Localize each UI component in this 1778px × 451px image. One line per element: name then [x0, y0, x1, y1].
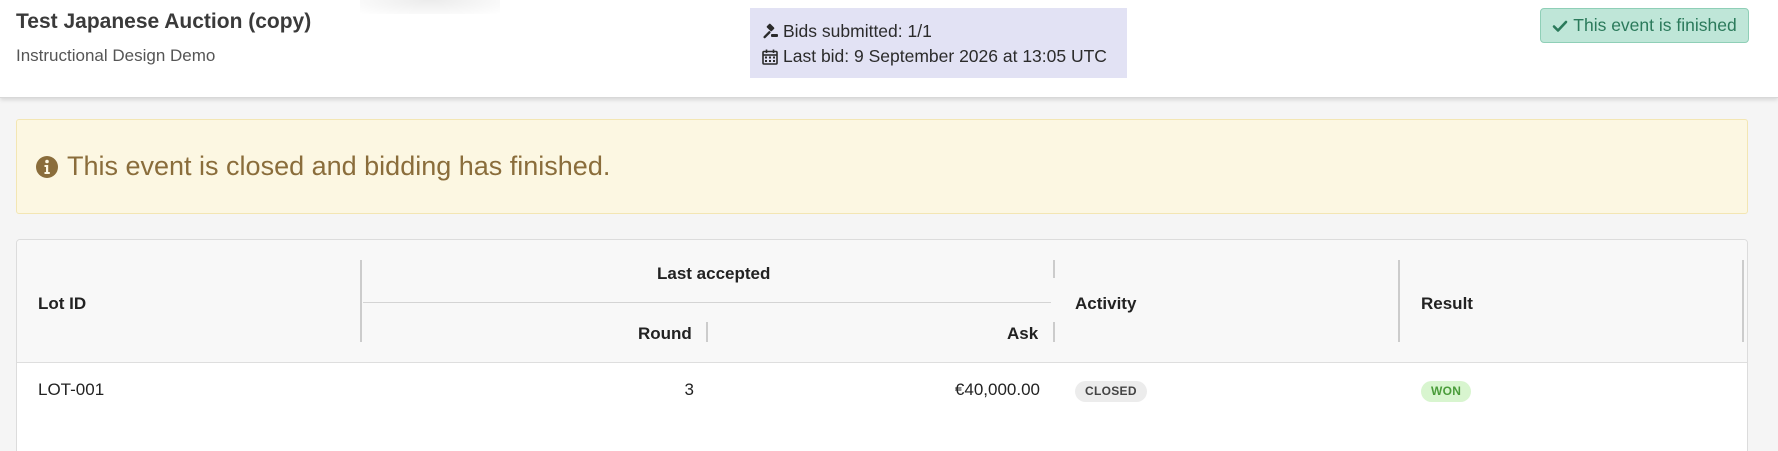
- event-closed-alert: This event is closed and bidding has fin…: [16, 119, 1748, 214]
- event-title: Test Japanese Auction (copy): [16, 10, 312, 33]
- calendar-icon: [762, 49, 778, 65]
- cell-lot-id: LOT-001: [38, 380, 105, 399]
- column-header-result[interactable]: Result: [1421, 294, 1473, 314]
- last-bid-text: Last bid: 9 September 2026 at 13:05 UTC: [783, 46, 1107, 66]
- column-divider: [1053, 322, 1055, 342]
- check-icon: [1552, 20, 1568, 32]
- column-group-last-accepted: Last accepted: [657, 264, 771, 283]
- gavel-icon: [763, 23, 778, 38]
- lots-table: Lot ID Last accepted Round Ask Activity …: [16, 239, 1748, 451]
- column-divider: [1398, 260, 1400, 342]
- event-organization: Instructional Design Demo: [16, 46, 216, 65]
- result-status-badge: WON: [1421, 381, 1472, 402]
- header-shadow: [360, 0, 500, 14]
- column-divider: [1053, 260, 1055, 278]
- info-circle-icon: [36, 155, 58, 178]
- bids-submitted-line: Bids submitted: 1/1: [761, 19, 1127, 44]
- column-header-round[interactable]: Round: [638, 324, 692, 344]
- bids-submitted-text: Bids submitted: 1/1: [783, 21, 932, 41]
- last-bid-line: Last bid: 9 September 2026 at 13:05 UTC: [761, 44, 1127, 69]
- event-header: Test Japanese Auction (copy) Instruction…: [0, 0, 1778, 98]
- table-row[interactable]: [17, 364, 1747, 451]
- column-divider: [360, 260, 362, 342]
- column-divider: [706, 322, 708, 342]
- alert-message: This event is closed and bidding has fin…: [67, 151, 611, 181]
- table-header: Lot ID Last accepted Round Ask Activity …: [17, 240, 1747, 363]
- event-status-badge: This event is finished: [1540, 8, 1749, 43]
- activity-status-badge: CLOSED: [1075, 381, 1147, 402]
- column-header-lot-id[interactable]: Lot ID: [38, 294, 86, 314]
- cell-round: 3: [684, 380, 694, 399]
- group-divider: [363, 302, 1051, 303]
- event-status-text: This event is finished: [1573, 15, 1737, 35]
- column-header-ask[interactable]: Ask: [1007, 324, 1038, 344]
- column-header-activity[interactable]: Activity: [1075, 294, 1136, 314]
- column-divider: [1742, 260, 1744, 342]
- bid-summary: Bids submitted: 1/1 Last bid: 9 Septembe…: [750, 8, 1127, 78]
- cell-ask: €40,000.00: [954, 380, 1040, 399]
